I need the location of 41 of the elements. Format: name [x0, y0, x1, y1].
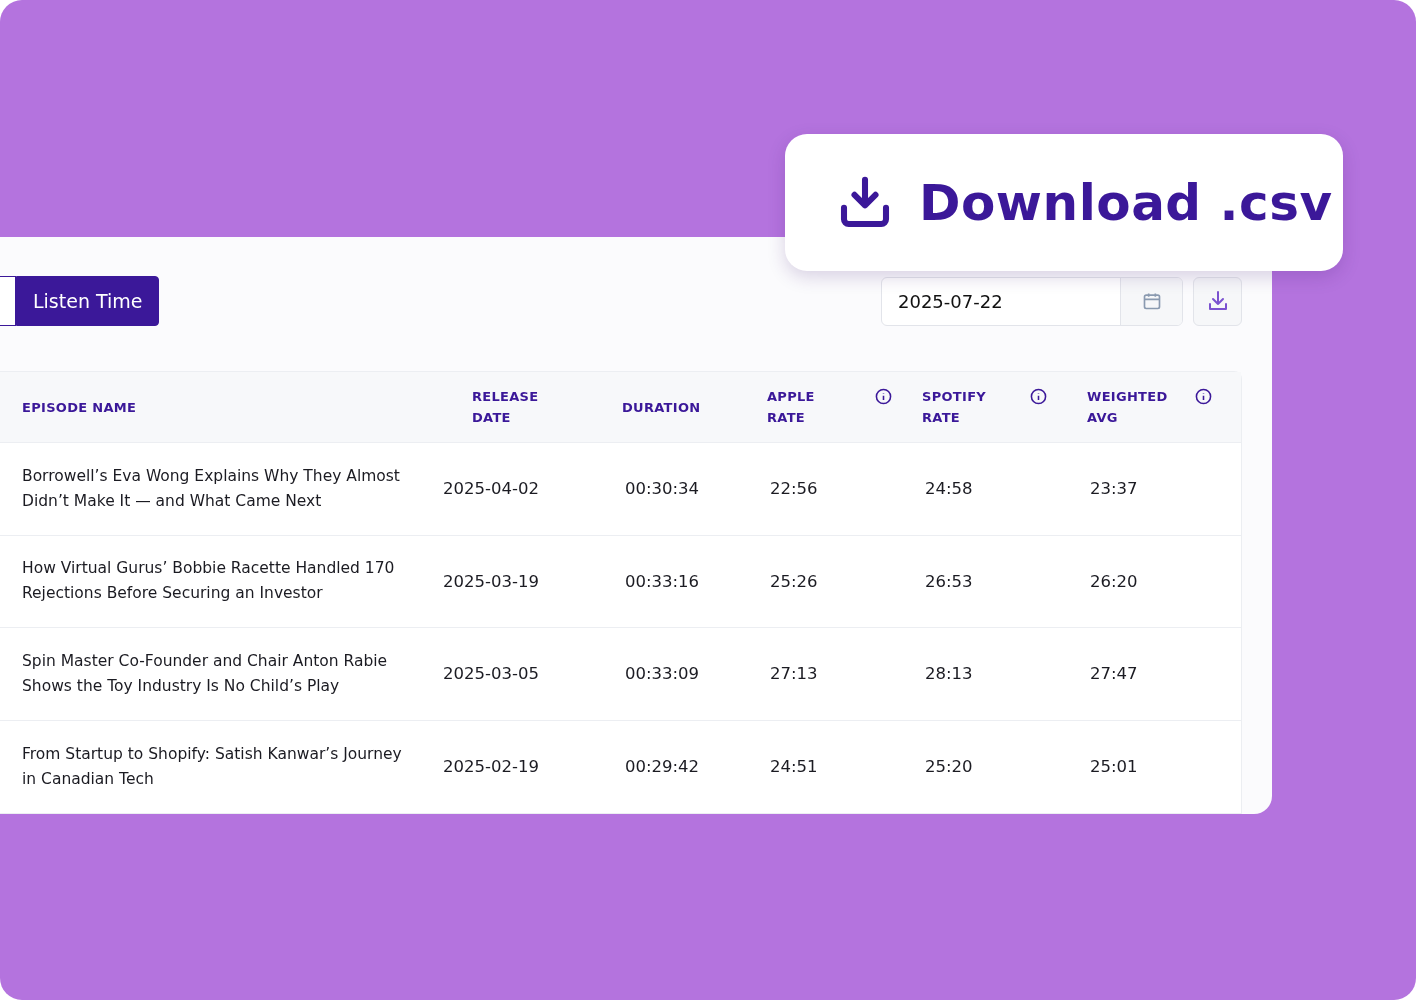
- table-cell-text: How Virtual Gurus’ Bobbie Racette Handled 170 Rejections Before Securing an Investor: [22, 558, 396, 605]
- column-header: APPLE RATE: [767, 388, 816, 427]
- table-cell-text: 00:30:34: [625, 478, 701, 501]
- download-button[interactable]: [1193, 276, 1242, 326]
- column-header: RELEASE DATE: [472, 388, 540, 427]
- calendar-button[interactable]: [1120, 277, 1182, 325]
- table-cell-text: 27:47: [1090, 663, 1139, 686]
- tab[interactable]: Listen Time: [16, 276, 160, 326]
- info-icon: [1030, 388, 1047, 405]
- download-csv-button[interactable]: Download .csv: [785, 134, 1343, 271]
- table-cell-text: 27:13: [770, 663, 819, 686]
- table-cell-text: 25:20: [925, 756, 974, 779]
- column-header: EPISODE NAME: [22, 398, 137, 417]
- info-icon: [875, 388, 892, 405]
- table-cell-text: 25:26: [770, 570, 819, 593]
- table-cell-text: 2025-04-02: [443, 478, 540, 501]
- table-cell-text: 23:37: [1090, 478, 1139, 501]
- table-cell-text: Spin Master Co-Founder and Chair Anton Rabie Shows the Toy Industry Is No Child’s Play: [22, 650, 389, 697]
- column-header: SPOTIFY RATE: [922, 388, 988, 427]
- date-field[interactable]: 2025-07-22: [882, 277, 1120, 325]
- column-header: WEIGHTED AVG: [1087, 388, 1169, 427]
- table-cell-text: 2025-02-19: [443, 756, 540, 779]
- table-cell-text: 00:33:09: [625, 663, 701, 686]
- tab[interactable]: [0, 276, 16, 326]
- column-header: DURATION: [622, 398, 701, 417]
- table-cell-text: 2025-03-05: [443, 663, 540, 686]
- table-cell-text: 25:01: [1090, 756, 1139, 779]
- date-picker[interactable]: 2025-07-22: [881, 276, 1183, 326]
- table-cell-text: 26:20: [1090, 570, 1139, 593]
- table-cell-text: 00:29:42: [625, 756, 701, 779]
- table-cell-text: 28:13: [925, 663, 974, 686]
- table-cell-text: Borrowell’s Eva Wong Explains Why They Almost Didn’t Make It — and What Came Next: [22, 465, 401, 512]
- table-cell-text: 2025-03-19: [443, 570, 540, 593]
- table-cell-text: 24:58: [925, 478, 974, 501]
- table-cell-text: 22:56: [770, 478, 819, 501]
- table-cell-text: 00:33:16: [625, 570, 701, 593]
- calendar-icon: [1141, 291, 1162, 311]
- info-icon: [1195, 388, 1212, 405]
- table-cell-text: 26:53: [925, 570, 974, 593]
- table-cell-text: 24:51: [770, 756, 819, 779]
- table-cell-text: From Startup to Shopify: Satish Kanwar’s Journey in Canadian Tech: [22, 743, 403, 790]
